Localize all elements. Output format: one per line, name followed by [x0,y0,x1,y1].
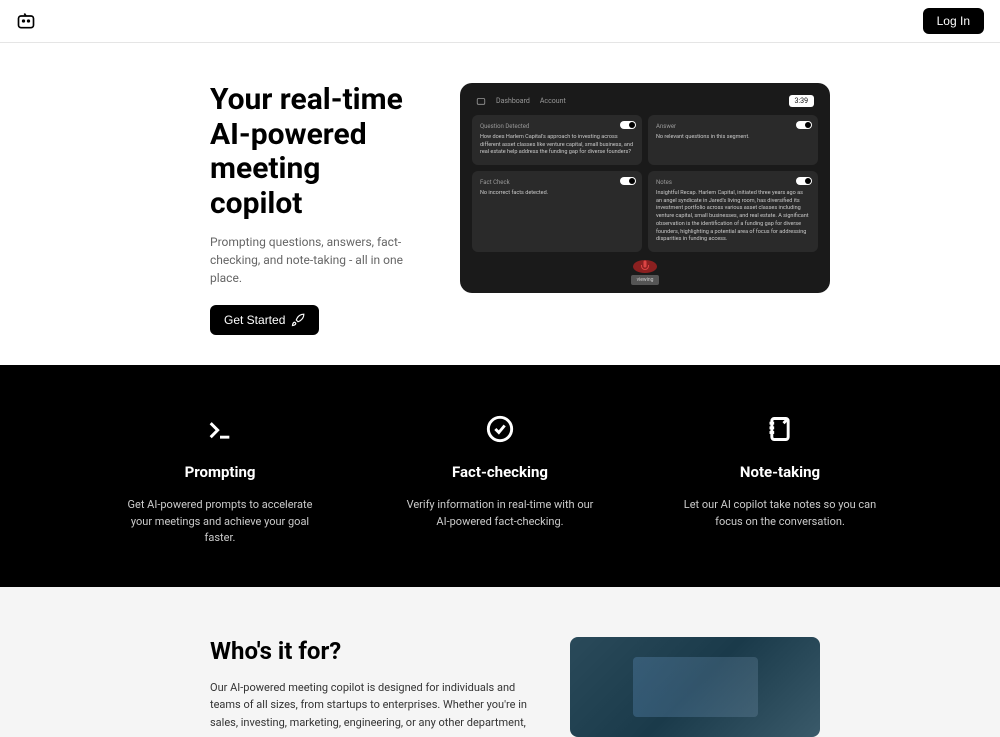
feature-item: Note-taking Let our AI copilot take note… [680,415,880,547]
screenshot-tab: Account [540,97,566,105]
who-for-image [570,637,820,737]
hero-subtitle: Prompting questions, answers, fact-check… [210,233,420,287]
screenshot-header: Dashboard Account 3:39 [468,91,822,111]
screenshot-tab: Dashboard [496,97,530,105]
feature-title: Prompting [120,463,320,481]
get-started-label: Get Started [224,313,285,327]
who-for-section: Who's it for? Our AI-powered meeting cop… [0,587,1000,737]
feature-item: Fact-checking Verify information in real… [400,415,600,547]
card-text: Insightful Recap. Harlem Capital, initia… [656,190,810,244]
login-button[interactable]: Log In [923,8,984,34]
notepad-icon [766,415,794,443]
screenshot-card: Answer No relevant questions in this seg… [648,115,818,165]
screenshot-footer: viewing [631,275,660,285]
screenshot-card: Question Detected How does Harlem Capita… [472,115,642,165]
feature-item: Prompting Get AI-powered prompts to acce… [120,415,320,547]
card-title: Fact Check [480,179,634,186]
features-section: Prompting Get AI-powered prompts to acce… [0,365,1000,587]
card-text: How does Harlem Capital's approach to in… [480,134,634,157]
terminal-icon [206,415,234,443]
screenshot-timer: 3:39 [789,95,815,107]
check-circle-icon [486,415,514,443]
who-for-desc: Our AI-powered meeting copilot is design… [210,679,530,732]
hero-title: Your real-time AI-powered meeting copilo… [210,83,420,221]
feature-desc: Get AI-powered prompts to accelerate you… [120,497,320,547]
feature-desc: Let our AI copilot take notes so you can… [680,497,880,530]
screenshot-cards: Question Detected How does Harlem Capita… [468,111,822,256]
card-title: Answer [656,123,810,130]
toggle-icon [620,177,636,185]
screenshot-card: Fact Check No incorrect facts detected. [472,171,642,252]
mic-button [633,260,657,273]
toggle-icon [796,177,812,185]
card-title: Question Detected [480,123,634,130]
mic-icon [639,260,651,272]
who-for-title: Who's it for? [210,637,530,665]
hero-section: Your real-time AI-powered meeting copilo… [0,43,1000,365]
page-header: Log In [0,0,1000,43]
who-for-content: Who's it for? Our AI-powered meeting cop… [210,637,530,737]
feature-title: Fact-checking [400,463,600,481]
rocket-icon [291,313,305,327]
hero-content: Your real-time AI-powered meeting copilo… [210,83,420,335]
get-started-button[interactable]: Get Started [210,305,319,335]
card-text: No relevant questions in this segment. [656,134,810,142]
card-title: Notes [656,179,810,186]
screenshot-card: Notes Insightful Recap. Harlem Capital, … [648,171,818,252]
screenshot-tabs: Dashboard Account [496,97,566,105]
toggle-icon [620,121,636,129]
product-screenshot: Dashboard Account 3:39 Question Detected… [460,83,830,293]
feature-desc: Verify information in real-time with our… [400,497,600,530]
feature-title: Note-taking [680,463,880,481]
logo-small-icon [476,96,486,106]
toggle-icon [796,121,812,129]
card-text: No incorrect facts detected. [480,190,634,198]
logo-icon[interactable] [16,11,36,31]
